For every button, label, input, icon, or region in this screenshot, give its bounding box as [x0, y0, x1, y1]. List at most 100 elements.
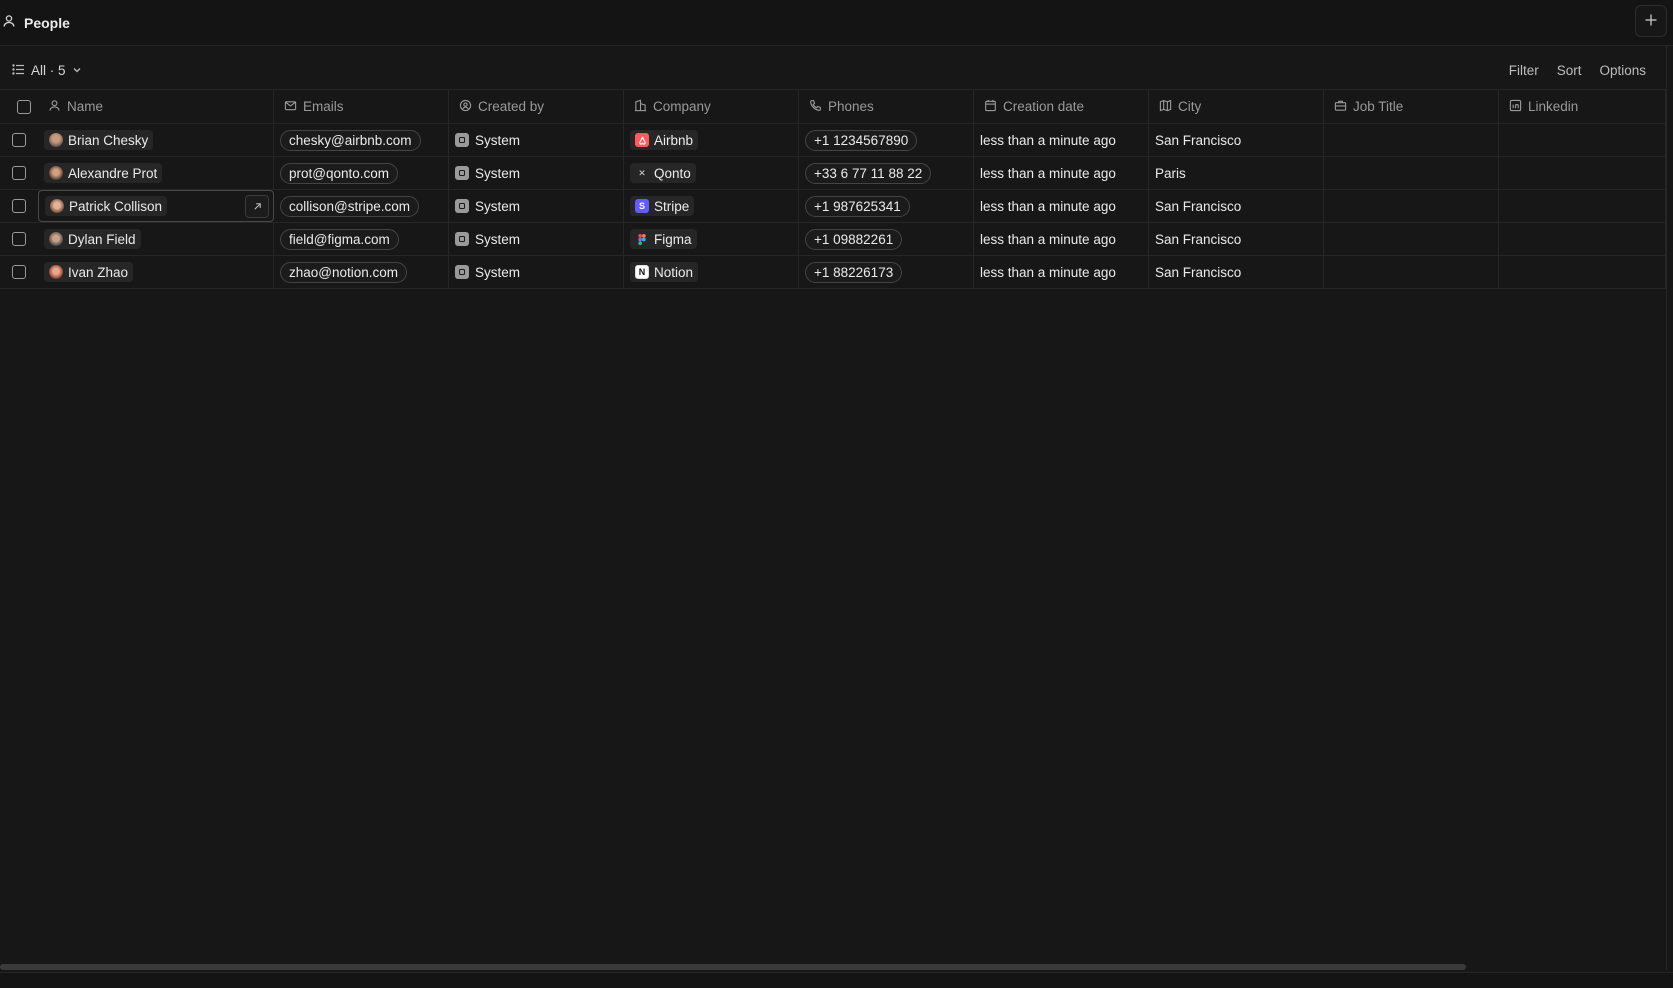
email-cell[interactable]: zhao@notion.com [274, 256, 449, 288]
sort-button[interactable]: Sort [1557, 63, 1582, 78]
phone-cell[interactable]: +1 88226173 [799, 256, 974, 288]
open-record-button[interactable] [245, 195, 269, 218]
column-header-name[interactable]: Name [38, 90, 274, 123]
person-chip[interactable]: Dylan Field [44, 229, 141, 249]
phone-pill[interactable]: +1 987625341 [805, 195, 910, 217]
linkedin-cell[interactable] [1499, 223, 1666, 255]
email-cell[interactable]: chesky@airbnb.com [274, 124, 449, 156]
company-chip[interactable]: N Notion [630, 262, 699, 282]
creator-icon [459, 99, 472, 115]
job-title-cell[interactable] [1324, 256, 1499, 288]
view-label: All · 5 [31, 63, 66, 78]
city-cell[interactable]: San Francisco [1149, 256, 1324, 288]
arrow-up-right-icon [252, 199, 263, 215]
city-cell[interactable]: Paris [1149, 157, 1324, 189]
system-icon [455, 166, 469, 180]
view-switcher[interactable]: All · 5 [0, 63, 82, 79]
select-all-cell [0, 90, 38, 123]
company-cell[interactable]: S Stripe [624, 190, 799, 222]
row-checkbox[interactable] [12, 199, 26, 213]
email-cell[interactable]: prot@qonto.com [274, 157, 449, 189]
map-icon [1159, 99, 1172, 115]
linkedin-cell[interactable] [1499, 157, 1666, 189]
column-header-linkedin[interactable]: Linkedin [1499, 90, 1666, 123]
city-cell[interactable]: San Francisco [1149, 124, 1324, 156]
job-title-cell[interactable] [1324, 223, 1499, 255]
linkedin-cell[interactable] [1499, 256, 1666, 288]
job-title-cell[interactable] [1324, 157, 1499, 189]
options-button[interactable]: Options [1599, 63, 1646, 78]
email-pill[interactable]: field@figma.com [280, 228, 399, 250]
email-pill[interactable]: prot@qonto.com [280, 162, 399, 184]
phone-pill[interactable]: +1 09882261 [805, 228, 903, 250]
company-cell[interactable]: N Notion [624, 256, 799, 288]
company-cell[interactable]: Figma [624, 223, 799, 255]
column-header-company[interactable]: Company [624, 90, 799, 123]
email-pill[interactable]: zhao@notion.com [280, 261, 408, 283]
column-header-creation-date[interactable]: Creation date [974, 90, 1149, 123]
company-chip[interactable]: Airbnb [630, 130, 699, 150]
company-chip[interactable]: S Stripe [630, 196, 695, 216]
company-chip[interactable]: ✕ Qonto [630, 163, 696, 183]
table-row[interactable]: Patrick Collison collison@stripe.com Sys… [0, 190, 1666, 223]
linkedin-cell[interactable] [1499, 190, 1666, 222]
table-row[interactable]: Alexandre Prot prot@qonto.com System ✕ Q… [0, 157, 1666, 190]
phone-cell[interactable]: +33 6 77 11 88 22 [799, 157, 974, 189]
person-chip[interactable]: Patrick Collison [45, 196, 168, 216]
phone-cell[interactable]: +1 09882261 [799, 223, 974, 255]
add-record-button[interactable] [1635, 5, 1667, 37]
row-checkbox[interactable] [12, 166, 26, 180]
phone-pill[interactable]: +1 1234567890 [805, 129, 918, 151]
name-cell[interactable]: Brian Chesky [38, 124, 274, 156]
column-label: Creation date [1003, 99, 1085, 114]
job-title-cell[interactable] [1324, 124, 1499, 156]
name-cell-focused[interactable]: Patrick Collison [38, 190, 274, 222]
phone-cell[interactable]: +1 1234567890 [799, 124, 974, 156]
person-chip[interactable]: Ivan Zhao [44, 262, 134, 282]
person-icon [2, 14, 16, 31]
phone-pill[interactable]: +1 88226173 [805, 261, 903, 283]
column-header-city[interactable]: City [1149, 90, 1324, 123]
system-icon [455, 232, 469, 246]
job-title-cell[interactable] [1324, 190, 1499, 222]
row-checkbox[interactable] [12, 133, 26, 147]
person-chip[interactable]: Alexandre Prot [44, 163, 163, 183]
table-row[interactable]: Brian Chesky chesky@airbnb.com System Ai… [0, 124, 1666, 157]
filter-button[interactable]: Filter [1509, 63, 1539, 78]
company-cell[interactable]: ✕ Qonto [624, 157, 799, 189]
email-pill[interactable]: collison@stripe.com [280, 195, 419, 217]
row-checkbox[interactable] [12, 265, 26, 279]
phone-cell[interactable]: +1 987625341 [799, 190, 974, 222]
table-right-border [1666, 46, 1667, 970]
name-cell[interactable]: Ivan Zhao [38, 256, 274, 288]
name-cell[interactable]: Dylan Field [38, 223, 274, 255]
email-cell[interactable]: collison@stripe.com [274, 190, 449, 222]
table-row[interactable]: Dylan Field field@figma.com System Figma… [0, 223, 1666, 256]
city-cell[interactable]: San Francisco [1149, 223, 1324, 255]
email-pill[interactable]: chesky@airbnb.com [280, 129, 421, 151]
column-header-job-title[interactable]: Job Title [1324, 90, 1499, 123]
city-cell[interactable]: San Francisco [1149, 190, 1324, 222]
table-row[interactable]: Ivan Zhao zhao@notion.com System N Notio… [0, 256, 1666, 289]
briefcase-icon [1334, 99, 1347, 115]
page-title-group: People [0, 14, 70, 31]
linkedin-cell[interactable] [1499, 124, 1666, 156]
person-name: Patrick Collison [69, 198, 163, 214]
company-cell[interactable]: Airbnb [624, 124, 799, 156]
name-cell[interactable]: Alexandre Prot [38, 157, 274, 189]
qonto-logo-icon: ✕ [638, 167, 646, 178]
phone-pill[interactable]: +33 6 77 11 88 22 [805, 162, 932, 184]
company-chip[interactable]: Figma [630, 229, 697, 249]
person-chip[interactable]: Brian Chesky [44, 130, 154, 150]
person-icon [48, 99, 61, 115]
email-cell[interactable]: field@figma.com [274, 223, 449, 255]
column-label: City [1178, 99, 1202, 114]
horizontal-scrollbar[interactable] [0, 964, 1466, 970]
column-header-created-by[interactable]: Created by [449, 90, 624, 123]
row-checkbox[interactable] [12, 232, 26, 246]
plus-icon [1644, 11, 1658, 32]
select-all-checkbox[interactable] [17, 99, 31, 114]
column-label: Linkedin [1528, 99, 1579, 114]
column-header-phones[interactable]: Phones [799, 90, 974, 123]
column-header-emails[interactable]: Emails [274, 90, 449, 123]
